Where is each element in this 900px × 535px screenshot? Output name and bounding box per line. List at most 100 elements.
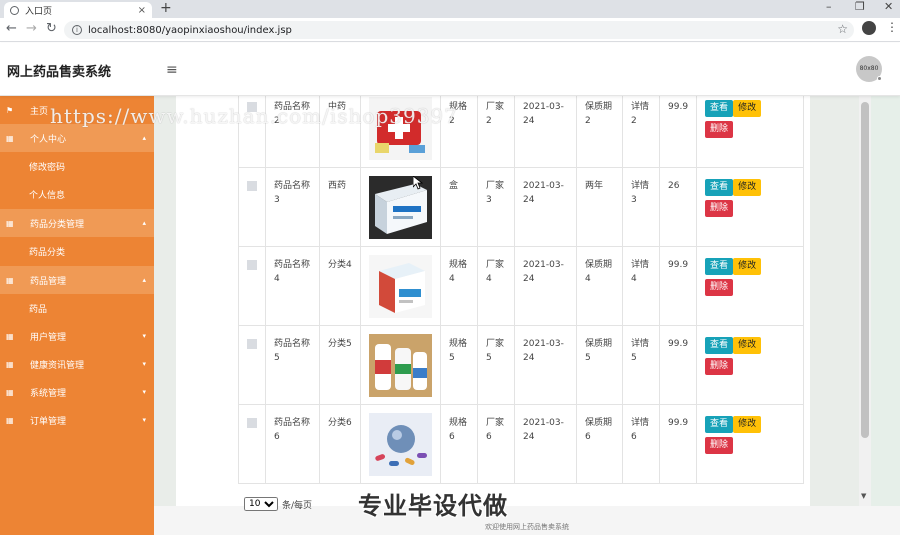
cell-price: 99.9 [658, 96, 698, 168]
scroll-down-arrow-icon[interactable]: ▼ [861, 492, 866, 500]
sidebar-subitem-profile[interactable]: 个人信息 [0, 180, 154, 208]
cell-category: 西药 [319, 167, 361, 247]
view-button[interactable]: 查看 [705, 416, 734, 433]
cell-shelf-life: 保质期6 [576, 404, 623, 484]
cell-name: 药品名称4 [265, 246, 320, 326]
cell-date: 2021-03-24 [514, 167, 577, 247]
reload-icon[interactable]: ↻ [46, 21, 57, 36]
table-row: 药品名称5 分类5 规格5 厂家5 2021-03-24 保质期5 详情5 99… [238, 325, 805, 405]
row-checkbox-cell [238, 246, 266, 326]
sidebar-item-system-mgmt[interactable]: ▦ 系统管理 ▾ [0, 378, 154, 406]
cell-date: 2021-03-24 [514, 96, 577, 168]
grid-icon: ▦ [6, 359, 14, 369]
cell-category: 分类4 [319, 246, 361, 326]
chevron-down-icon: ▾ [142, 332, 146, 340]
delete-button[interactable]: 删除 [705, 358, 734, 375]
drug-image-bottles [369, 334, 432, 397]
sidebar-subitem-change-password[interactable]: 修改密码 [0, 152, 154, 180]
sidebar-item-label: 用户管理 [30, 332, 67, 343]
globe-icon [10, 5, 19, 15]
view-button[interactable]: 查看 [705, 258, 734, 275]
cell-name: 药品名称3 [265, 167, 320, 247]
delete-button[interactable]: 删除 [705, 121, 734, 138]
cell-name: 药品名称6 [265, 404, 320, 484]
tab-close-icon[interactable]: × [138, 5, 146, 16]
sidebar-subitem-category[interactable]: 药品分类 [0, 237, 154, 265]
cell-category: 分类6 [319, 404, 361, 484]
cell-maker: 厂家5 [477, 325, 515, 405]
row-checkbox-cell [238, 404, 266, 484]
cell-shelf-life: 两年 [576, 167, 623, 247]
sidebar-item-personal-center[interactable]: ▦ 个人中心 ▴ [0, 124, 154, 152]
sidebar-item-order-mgmt[interactable]: ▦ 订单管理 ▾ [0, 406, 154, 434]
page-size-select[interactable]: 10 [244, 497, 278, 511]
scrollbar-thumb[interactable] [861, 102, 869, 438]
minimize-button[interactable]: – [826, 0, 832, 13]
cell-detail: 详情5 [622, 325, 660, 405]
cell-detail: 详情2 [622, 96, 660, 168]
app-title: 网上药品售卖系统 [7, 65, 112, 80]
edit-button[interactable]: 修改 [733, 258, 762, 275]
sidebar-subitem-drug[interactable]: 药品 [0, 294, 154, 322]
cell-spec: 规格6 [440, 404, 478, 484]
info-icon[interactable]: i [72, 25, 82, 35]
bookmark-star-icon[interactable]: ☆ [837, 22, 848, 36]
profile-icon[interactable] [862, 21, 876, 35]
cell-date: 2021-03-24 [514, 404, 577, 484]
delete-button[interactable]: 删除 [705, 437, 734, 454]
sidebar-item-drug-mgmt[interactable]: ▦ 药品管理 ▴ [0, 266, 154, 294]
edit-button[interactable]: 修改 [733, 100, 762, 117]
cell-shelf-life: 保质期4 [576, 246, 623, 326]
cell-actions: 查看 修改 删除 [696, 167, 805, 247]
row-checkbox-cell [238, 325, 266, 405]
edit-button[interactable]: 修改 [733, 337, 762, 354]
row-checkbox[interactable] [247, 418, 257, 428]
browser-menu-icon[interactable]: ⋮ [886, 20, 898, 34]
edit-button[interactable]: 修改 [733, 179, 762, 196]
grid-icon: ▦ [6, 133, 14, 143]
chevron-down-icon: ▾ [142, 360, 146, 368]
sidebar-item-health-news-mgmt[interactable]: ▦ 健康资讯管理 ▾ [0, 350, 154, 378]
sidebar-item-label: 药品管理 [30, 276, 67, 287]
cell-image [360, 325, 441, 405]
sidebar-item-category-mgmt[interactable]: ▦ 药品分类管理 ▴ [0, 209, 154, 237]
new-tab-button[interactable]: + [160, 0, 172, 16]
cell-name: 药品名称5 [265, 325, 320, 405]
url-text: localhost:8080/yaopinxiaoshou/index.jsp [88, 24, 292, 36]
restore-button[interactable]: ❐ [855, 0, 865, 13]
cell-price: 99.9 [658, 325, 698, 405]
tab-title: 入口页 [25, 6, 53, 17]
grid-icon: ▦ [6, 218, 14, 228]
view-button[interactable]: 查看 [705, 179, 734, 196]
cell-shelf-life: 保质期5 [576, 325, 623, 405]
table-row: 药品名称3 西药 盒 厂家3 2021-03-24 两年 详情3 26 查看 修… [238, 167, 805, 247]
close-window-button[interactable]: ✕ [884, 0, 893, 13]
sidebar-item-user-mgmt[interactable]: ▦ 用户管理 ▾ [0, 322, 154, 350]
delete-button[interactable]: 删除 [705, 279, 734, 296]
delete-button[interactable]: 删除 [705, 200, 734, 217]
row-checkbox-cell [238, 167, 266, 247]
address-bar: ← → ↻ i localhost:8080/yaopinxiaoshou/in… [0, 18, 900, 42]
chevron-up-icon: ▴ [142, 134, 146, 142]
sidebar-item-label: 系统管理 [30, 388, 67, 399]
forward-icon[interactable]: → [26, 21, 37, 36]
chevron-up-icon: ▴ [142, 276, 146, 284]
chevron-down-icon: ▾ [142, 416, 146, 424]
view-button[interactable]: 查看 [705, 337, 734, 354]
url-field[interactable]: i localhost:8080/yaopinxiaoshou/index.js… [64, 21, 854, 39]
edit-button[interactable]: 修改 [733, 416, 762, 433]
cell-category: 分类5 [319, 325, 361, 405]
grid-icon: ▦ [6, 415, 14, 425]
flag-icon: ⚑ [6, 105, 14, 115]
menu-toggle-icon[interactable]: ≡ [166, 62, 178, 78]
row-checkbox[interactable] [247, 181, 257, 191]
view-button[interactable]: 查看 [705, 100, 734, 117]
drug-image-pill-box [369, 255, 432, 318]
row-checkbox[interactable] [247, 339, 257, 349]
sidebar-item-label: 健康资讯管理 [30, 360, 85, 371]
sidebar-item-label: 个人中心 [30, 134, 67, 145]
cell-image [360, 246, 441, 326]
back-icon[interactable]: ← [6, 21, 17, 36]
browser-tab[interactable]: 入口页 × [4, 2, 152, 18]
row-checkbox[interactable] [247, 260, 257, 270]
